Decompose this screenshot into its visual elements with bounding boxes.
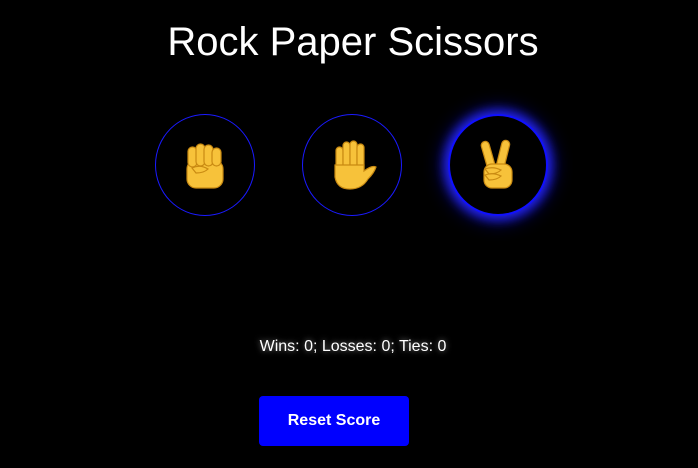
raised-fist-icon	[186, 143, 224, 189]
game-title: Rock Paper Scissors	[167, 20, 539, 64]
score-display: Wins: 0; Losses: 0; Ties: 0	[259, 338, 447, 355]
paper-button[interactable]	[302, 114, 402, 216]
choice-buttons	[154, 114, 554, 220]
scissors-button[interactable]	[448, 114, 548, 216]
game-page: Rock Paper Scissors Wins: 0; Losses: 0; …	[0, 0, 698, 468]
victory-hand-icon	[480, 139, 513, 189]
reset-score-button[interactable]: Reset Score	[259, 396, 409, 446]
rock-button[interactable]	[155, 114, 255, 216]
raised-hand-icon	[334, 140, 377, 190]
